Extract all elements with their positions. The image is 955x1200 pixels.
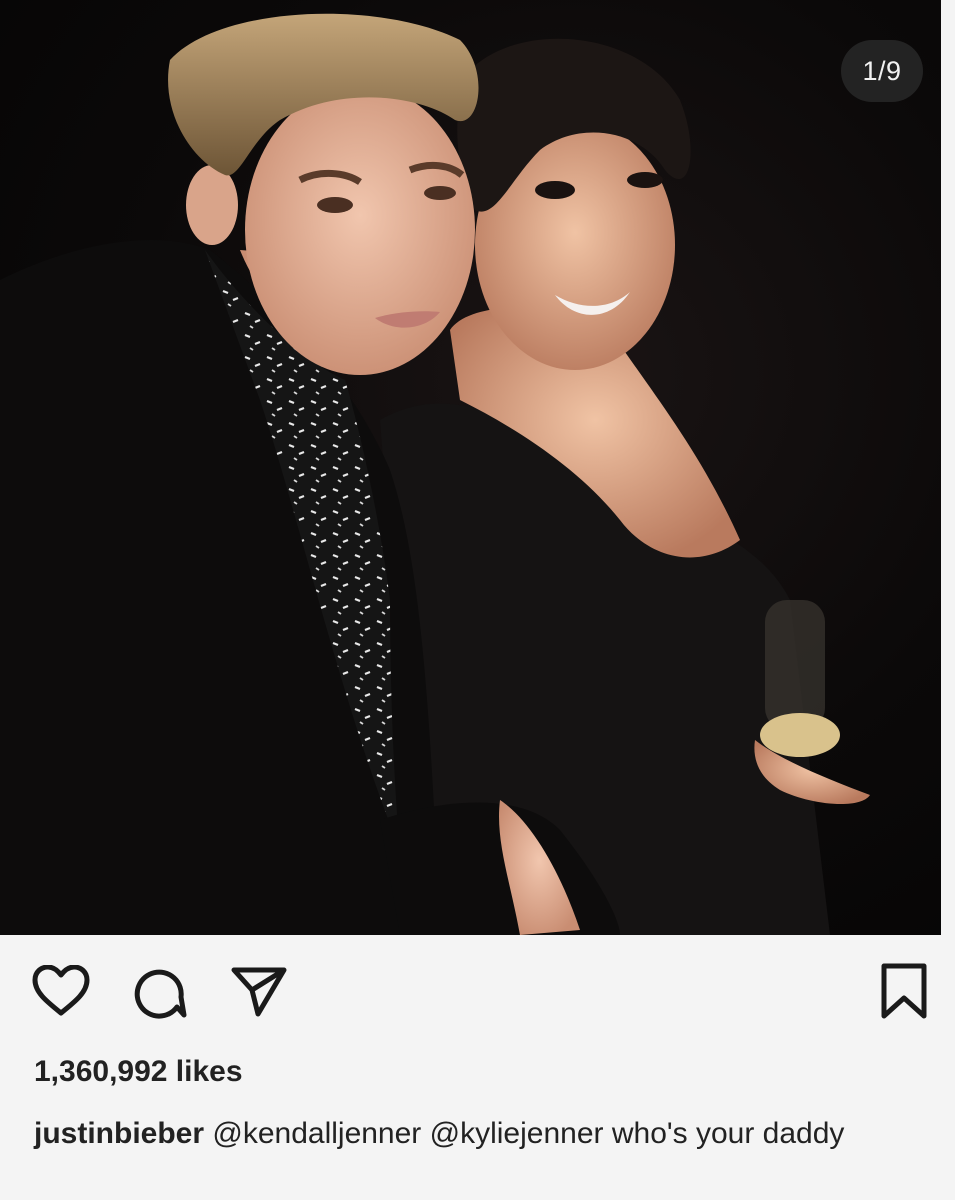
post-caption: justinbieber @kendalljenner @kyliejenner… xyxy=(34,1115,914,1153)
caption-mention-kylie[interactable]: @kyliejenner xyxy=(430,1117,604,1150)
save-button[interactable] xyxy=(873,960,935,1022)
comment-icon xyxy=(134,969,187,1019)
action-bar xyxy=(0,950,955,1040)
instagram-post: 1/9 1,360,992 likes justinbieber @kendal… xyxy=(0,0,955,1200)
heart-icon xyxy=(32,965,90,1016)
caption-username[interactable]: justinbieber xyxy=(34,1117,204,1150)
like-button[interactable] xyxy=(30,960,92,1022)
photo-frame-edge xyxy=(941,0,955,935)
carousel-counter: 1/9 xyxy=(841,40,923,102)
caption-text: who's your daddy xyxy=(611,1117,845,1150)
share-button[interactable] xyxy=(228,960,290,1022)
caption-mention-kendall[interactable]: @kendalljenner xyxy=(212,1117,421,1150)
bookmark-icon xyxy=(881,963,927,1019)
comment-button[interactable] xyxy=(128,960,190,1022)
photo-illustration xyxy=(0,13,870,935)
likes-count[interactable]: 1,360,992 likes xyxy=(34,1055,243,1089)
send-icon xyxy=(231,967,287,1017)
post-photo[interactable]: 1/9 xyxy=(0,0,955,935)
